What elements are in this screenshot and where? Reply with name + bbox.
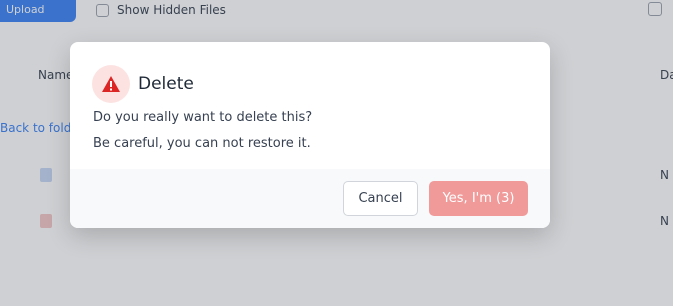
dialog-message: Do you really want to delete this? (93, 110, 313, 125)
warning-icon (92, 65, 130, 103)
delete-confirm-dialog: Delete Do you really want to delete this… (70, 42, 550, 228)
dialog-header: Delete (92, 65, 194, 103)
cancel-button[interactable]: Cancel (343, 181, 418, 216)
dialog-warning-message: Be careful, you can not restore it. (93, 136, 311, 151)
dialog-title: Delete (138, 74, 194, 94)
confirm-delete-button[interactable]: Yes, I'm (3) (429, 181, 528, 216)
dialog-footer: Cancel Yes, I'm (3) (70, 169, 550, 228)
